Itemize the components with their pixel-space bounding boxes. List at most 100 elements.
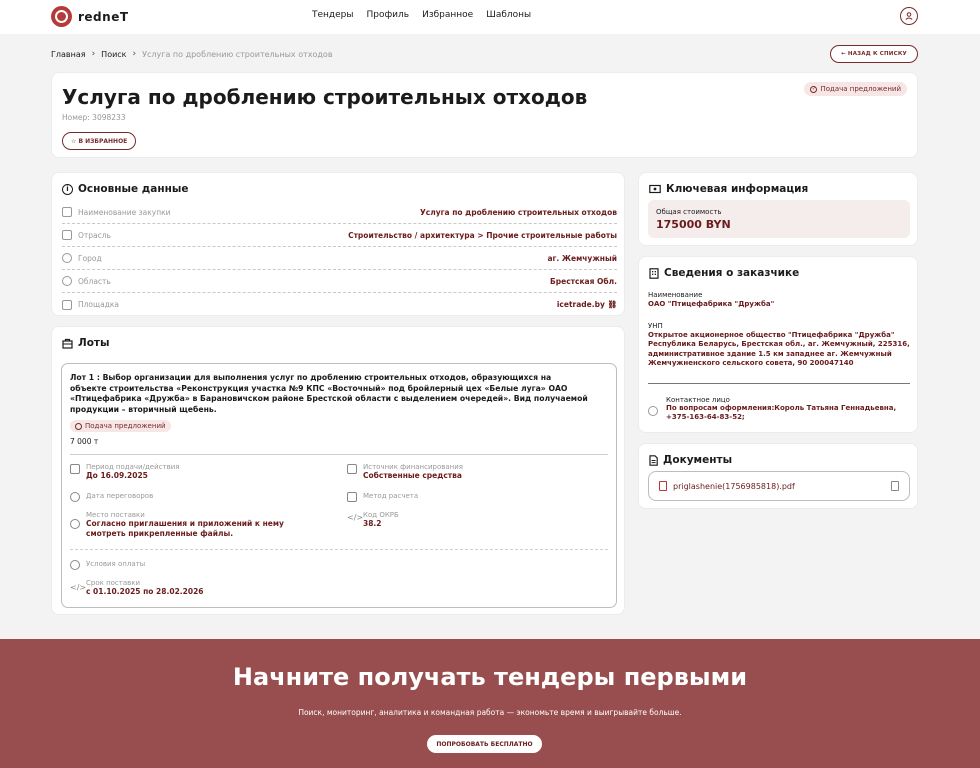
top-bar: redneT Тендеры Профиль Избранное Шаблоны [0,0,980,34]
key-info-title: Ключевая информация [666,183,809,195]
lot-status-label: Подача предложений [85,422,166,430]
field-value: Согласно приглашения и приложений к нему… [86,519,284,538]
lot-status-badge: Подача предложений [70,420,171,432]
add-favorite-button[interactable]: ☆ В ИЗБРАННОЕ [62,132,137,150]
lot-description: Лот 1 : Выбор организации для выполнения… [70,373,588,414]
document-item[interactable]: priglashenie(1756985818).pdf [648,471,910,501]
field-label: Источник финансирования [363,463,464,471]
back-to-list-button[interactable]: ← НАЗАД К СПИСКУ [830,45,918,63]
check-circle-icon: ✓ [810,85,818,93]
money-icon [649,184,661,194]
breadcrumb: Главная › Поиск › Услуга по дроблению ст… [51,49,333,59]
tender-number: Номер: 3098233 [62,113,126,122]
breadcrumb-search[interactable]: Поиск [101,50,126,59]
main-data-title: Основные данные [78,183,189,195]
target-icon [62,276,72,286]
platform-link[interactable]: icetrade.by ⛓ [557,300,617,309]
info-icon: i [62,183,73,195]
lot-field-period: Период подачи/действия До 16.09.2025 [70,463,179,481]
row-label: Наименование закупки [78,207,171,217]
data-row: Площадка icetrade.by ⛓ [62,293,617,316]
main-data-card: i Основные данные Наименование закупки У… [51,172,625,316]
data-row: Город аг. Жемчужный [62,247,617,270]
banner-subtitle: Поиск, мониторинг, аналитика и командная… [298,708,682,717]
field-label: Дата переговоров [86,492,154,500]
clock-icon [70,492,80,502]
main-data-rows: Наименование закупки Услуга по дроблению… [62,201,617,316]
user-icon [648,406,658,416]
main-data-header: i Основные данные [62,183,188,195]
contact-label: Контактное лицо [666,396,730,404]
lot-field-payment: Условия оплаты [70,559,145,570]
code-icon: </> [70,583,87,592]
logo[interactable]: redneT [51,6,129,27]
row-value: Брестская Обл. [550,276,617,286]
logo-text: redneT [78,9,129,24]
lot-field-calc: Метод расчета [347,491,418,502]
breadcrumb-home[interactable]: Главная [51,50,86,59]
lot-field-place: Место поставки Согласно приглашения и при… [70,511,316,538]
banner-title: Начните получать тендеры первыми [232,663,748,691]
main-nav: Тендеры Профиль Избранное Шаблоны [312,10,531,20]
field-value: с 01.10.2025 по 28.02.2026 [86,587,204,596]
field-label: Код ОКРБ [363,511,399,519]
building-icon [649,267,659,279]
row-value: Услуга по дроблению строительных отходов [420,207,617,217]
lot-item[interactable]: Лот 1 : Выбор организации для выполнения… [61,363,617,608]
customer-name-label: Наименование [648,291,703,299]
contact-value: По вопросам оформления:Король Татьяна Ге… [666,404,897,422]
lot-field-okrb: </> Код ОКРБ 38.2 [347,511,399,529]
customer-unp-label: УНП [648,322,663,330]
nav-profile[interactable]: Профиль [367,10,410,20]
row-label: Город [78,253,102,263]
field-value: До 16.09.2025 [86,471,148,480]
platform-icon [62,299,72,310]
total-cost-value: 175000 BYN [656,218,731,231]
divider [70,454,608,455]
data-row: Наименование закупки Услуга по дроблению… [62,201,617,224]
contact-person: Контактное лицо По вопросам оформления:К… [648,396,910,423]
nav-favorites[interactable]: Избранное [422,10,473,20]
divider [70,549,608,550]
field-label: Срок поставки [86,579,141,587]
key-info-header: Ключевая информация [649,183,808,195]
breadcrumb-current: Услуга по дроблению строительных отходов [142,49,333,59]
lots-title: Лоты [78,337,110,349]
try-free-button[interactable]: ПОПРОБОВАТЬ БЕСПЛАТНО [427,735,542,753]
page-title: Услуга по дроблению строительных отходов [62,85,588,109]
documents-title: Документы [663,454,733,466]
customer-card: Сведения о заказчике Наименование ОАО "П… [638,256,918,433]
status-badge: ✓ Подача предложений [804,82,907,96]
map-pin-icon [70,519,80,529]
customer-title: Сведения о заказчике [664,267,800,279]
clipboard-icon [62,207,72,217]
row-value: аг. Жемчужный [547,253,617,263]
nav-templates[interactable]: Шаблоны [486,10,531,20]
field-label: Период подачи/действия [86,463,180,471]
customer-unp-value: Открытое акционерное общество "Птицефабр… [648,331,910,367]
user-icon[interactable] [900,7,918,25]
calculator-icon [347,492,357,502]
data-row: Отрасль Строительство / архитектура > Пр… [62,224,617,247]
logo-icon [51,6,72,27]
customer-header: Сведения о заказчике [649,267,799,279]
lot-field-finance: Источник финансирования Собственные средс… [347,463,463,481]
check-circle-icon [75,422,82,430]
promo-banner: Начните получать тендеры первыми Поиск, … [0,639,980,768]
lot-quantity: 7 000 т [70,437,99,446]
documents-header: Документы [649,454,732,466]
nav-tenders[interactable]: Тендеры [312,10,354,20]
row-label: Площадка [78,300,119,309]
row-label: Область [78,276,111,286]
total-cost-box: Общая стоимость 175000 BYN [648,200,910,238]
chevron-right-icon: › [91,49,96,59]
chevron-right-icon: › [132,49,137,59]
box-icon [62,338,73,349]
lot-field-negotiation: Дата переговоров [70,491,153,502]
total-cost-label: Общая стоимость [656,208,722,216]
download-icon[interactable] [891,481,899,491]
documents-card: Документы priglashenie(1756985818).pdf [638,443,918,509]
field-value: 38.2 [363,519,382,528]
row-label: Отрасль [78,230,111,240]
lots-header: Лоты [62,337,110,349]
